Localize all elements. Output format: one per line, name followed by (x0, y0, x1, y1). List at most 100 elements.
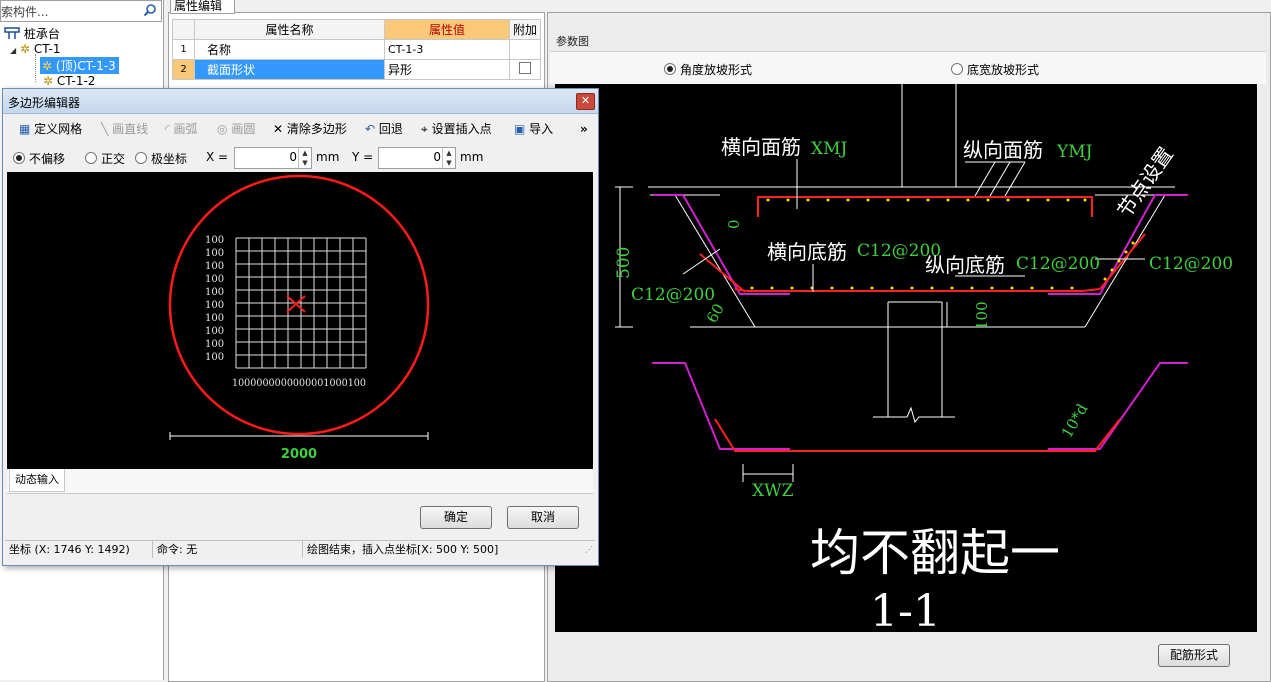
define-grid-button[interactable]: ▦ 定义网格 (19, 118, 82, 140)
extra-checkbox[interactable] (519, 62, 531, 74)
y-value: 0 (433, 150, 441, 164)
cancel-button[interactable]: 取消 (507, 506, 579, 529)
draw-line-button[interactable]: ╲ 画直线 (101, 118, 148, 140)
resize-grip-icon[interactable]: ⋰ (585, 545, 593, 554)
radio-dot (951, 63, 963, 75)
row-num: 1 (172, 39, 195, 60)
component-gear-icon: ✲ (43, 74, 54, 88)
pile-cap-icon (4, 27, 20, 39)
grid-y-label: 100 (205, 326, 224, 337)
polygon-editor-dialog: 多边形编辑器 ✕ ▦ 定义网格 ╲ 画直线 ◜ 画弧 ◎ 画圆 ✕ 清除多边形 … (2, 88, 599, 566)
btn-label: 清除多边形 (286, 122, 347, 136)
collapse-triangle-icon[interactable]: ◢ (10, 46, 16, 55)
btn-label: 导入 (529, 122, 554, 136)
polygon-canvas[interactable]: 100 100 100 100 100 100 100 100 100 100 100000000… (7, 172, 593, 469)
y-coordinate-input[interactable]: 0 ▲ ▼ (378, 147, 456, 169)
section-drawing-svg: 横向面筋 XMJ 纵向面筋 YMJ 节点设置 横向底筋 C12@200 纵向底筋… (614, 84, 1233, 637)
grid-y-labels: 100 100 100 100 100 100 100 100 100 100 (205, 235, 224, 363)
radio-ortho[interactable]: 正交 (85, 150, 125, 167)
spinner-arrows-icon[interactable]: ▲ ▼ (298, 148, 311, 168)
grid-y-label: 100 (205, 313, 224, 324)
toolbar-overflow-button[interactable]: » (580, 118, 588, 140)
close-icon[interactable]: ✕ (576, 93, 595, 110)
table-row[interactable]: 1 名称 CT-1-3 (172, 39, 541, 60)
tab-property-editor[interactable]: 属性编辑 (170, 0, 235, 14)
grid-y-label: 100 (205, 300, 224, 311)
grid-y-label: 100 (205, 261, 224, 272)
label-zong-di: 纵向底筋 (925, 253, 1005, 277)
col-value-header: 属性值 (384, 19, 510, 40)
btn-label: 设置插入点 (431, 122, 492, 136)
draw-arc-button[interactable]: ◜ 画弧 (165, 118, 198, 140)
tab-dynamic-input[interactable]: 动态输入 (9, 469, 65, 492)
radio-label: 不偏移 (29, 152, 66, 166)
status-coords: 坐标 (X: 1746 Y: 1492) (5, 541, 153, 558)
y-unit: mm (460, 150, 484, 164)
param-panel-title: 参数图 (556, 35, 589, 48)
rebar-form-button[interactable]: 配筋形式 (1158, 644, 1230, 667)
draw-circle-button[interactable]: ◎ 画圆 (217, 118, 255, 140)
grid (235, 237, 367, 369)
grid-y-label: 100 (205, 352, 224, 363)
tree-item-label: CT-1-2 (56, 74, 96, 88)
extra-cell (509, 59, 541, 80)
undo-button[interactable]: ↶ 回退 (365, 118, 403, 140)
component-gear-icon: ✲ (42, 59, 53, 73)
radio-dot (135, 152, 147, 164)
clear-polygon-button[interactable]: ✕ 清除多边形 (273, 118, 347, 140)
btn-label: 定义网格 (34, 122, 83, 136)
prop-name: 名称 (194, 39, 385, 60)
polygon-canvas-svg: 100 100 100 100 100 100 100 100 100 100 100000000… (168, 174, 430, 462)
radio-angle-slope[interactable]: 角度放坡形式 (664, 61, 752, 78)
insert-point-icon: ⌖ (421, 122, 428, 136)
dialog-statusbar: 坐标 (X: 1746 Y: 1492) 命令: 无 绘图结束，插入点坐标[X:… (5, 540, 595, 559)
prop-name: 截面形状 (194, 59, 385, 80)
prop-value[interactable]: CT-1-3 (384, 39, 510, 60)
import-button[interactable]: ▣ 导入 (514, 118, 553, 140)
dynamic-input-tabbar: 动态输入 (7, 469, 593, 494)
x-value: 0 (289, 150, 297, 164)
table-row[interactable]: 2 截面形状 异形 (172, 59, 541, 80)
dialog-titlebar[interactable]: 多边形编辑器 ✕ (3, 89, 598, 114)
label-c12-3: C12@200 (1149, 254, 1233, 274)
btn-label: 画直线 (112, 122, 149, 136)
btn-label: 画圆 (231, 122, 256, 136)
tree-group-label: CT-1 (33, 42, 61, 56)
label-c12-left: C12@200 (631, 285, 715, 305)
tree-item-ct1-2[interactable]: ✲ CT-1-2 (43, 74, 95, 88)
label-zong-mian: 纵向面筋 (963, 138, 1043, 162)
line-icon: ╲ (101, 122, 109, 136)
radio-bottom-width-slope[interactable]: 底宽放坡形式 (951, 61, 1039, 78)
set-insert-point-button[interactable]: ⌖ 设置插入点 (421, 118, 492, 140)
clear-x-icon: ✕ (273, 122, 284, 136)
circle-icon: ◎ (217, 122, 228, 136)
label-ymj: YMJ (1056, 142, 1093, 162)
label-section: 1-1 (870, 586, 941, 632)
status-command: 命令: 无 (153, 541, 303, 558)
radio-no-offset[interactable]: 不偏移 (13, 150, 65, 167)
x-coordinate-input[interactable]: 0 ▲ ▼ (234, 147, 312, 169)
radio-polar[interactable]: 极坐标 (135, 150, 187, 167)
spinner-arrows-icon[interactable]: ▲ ▼ (442, 148, 455, 168)
component-gear-icon: ✲ (19, 42, 31, 56)
label-xwz: XWZ (752, 481, 794, 501)
grid-y-label: 100 (205, 274, 224, 285)
dialog-title: 多边形编辑器 (8, 96, 81, 110)
grid-y-label: 100 (205, 248, 224, 259)
label-heng-mian: 横向面筋 (721, 135, 801, 159)
label-node-setting: 节点设置 (1112, 143, 1178, 222)
label-dim-500: 500 (614, 247, 634, 279)
grid-y-label: 100 (205, 339, 224, 350)
radio-label: 角度放坡形式 (680, 63, 753, 77)
search-input[interactable]: 搜索构件... (0, 0, 162, 22)
arc-icon: ◜ (165, 122, 170, 136)
search-icon[interactable] (143, 3, 157, 17)
tree-item-ct1-3[interactable]: ✲ (顶)CT-1-3 (40, 57, 119, 74)
radio-dot (664, 63, 676, 75)
tree-root[interactable]: 桩承台 (4, 25, 60, 42)
x-unit: mm (316, 150, 340, 164)
radio-label: 极坐标 (151, 152, 188, 166)
prop-value[interactable]: 异形 (384, 59, 510, 80)
extra-cell (509, 39, 541, 60)
ok-button[interactable]: 确定 (420, 506, 492, 529)
